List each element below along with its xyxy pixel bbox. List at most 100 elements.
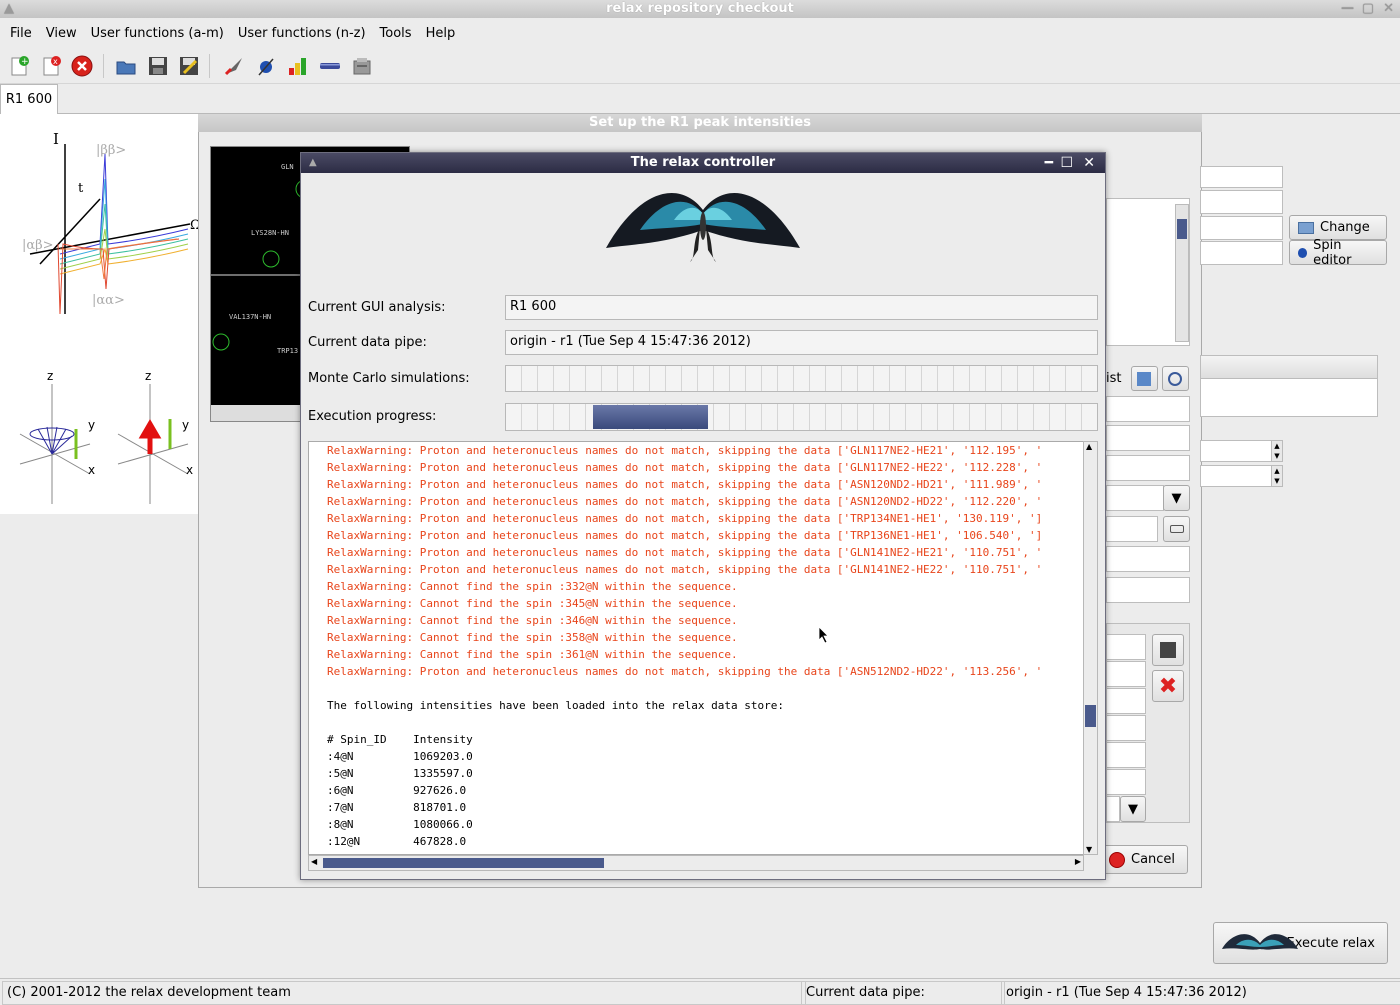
cancel-button[interactable]: Cancel <box>1100 845 1188 874</box>
minimize-icon[interactable]: ━ <box>1045 153 1053 173</box>
controller-icon[interactable] <box>222 54 246 78</box>
log-horizontal-scrollbar[interactable]: ◀ ▶ <box>308 855 1084 871</box>
peak-label-trp: TRP13 <box>277 347 298 355</box>
log-line: RelaxWarning: Cannot find the spin :358@… <box>327 631 738 644</box>
dialog-field-8[interactable] <box>1106 516 1158 542</box>
vector-z-label-1: z <box>47 369 53 383</box>
dialog-field-10[interactable] <box>1106 577 1190 603</box>
scroll-left-icon[interactable]: ◀ <box>311 857 317 866</box>
window-menu-icon[interactable]: ▲ <box>4 0 14 18</box>
close-analysis-icon[interactable]: x <box>40 54 64 78</box>
dialog-field-3[interactable] <box>1200 216 1283 240</box>
menu-user-functions-a-m[interactable]: User functions (a-m) <box>84 18 231 50</box>
relax-controller-titlebar[interactable]: ▲ The relax controller ━ ☐ ✕ <box>301 153 1105 173</box>
alpha-alpha-label: |αα> <box>92 293 125 308</box>
results-viewer-icon[interactable] <box>286 54 310 78</box>
spectrum-list-scrollbar[interactable] <box>1175 204 1189 342</box>
menu-bar: File View User functions (a-m) User functio… <box>0 18 1400 48</box>
dialog-field-1[interactable] <box>1200 166 1283 188</box>
status-bar: (C) 2001-2012 the relax development team… <box>0 978 1400 1005</box>
search-button[interactable] <box>1162 366 1189 391</box>
dialog-field-9[interactable] <box>1106 546 1190 572</box>
time-axis-label: t <box>78 181 84 196</box>
window-menu-icon[interactable]: ▲ <box>309 153 317 173</box>
relax-logo <box>600 180 806 268</box>
list-button-fragment[interactable]: ist <box>1106 368 1126 390</box>
dialog-table-area[interactable] <box>1200 355 1378 417</box>
spin-editor-button[interactable]: Spin editor <box>1289 237 1387 268</box>
scroll-up-icon[interactable]: ▲ <box>1086 442 1092 451</box>
save-list-button[interactable] <box>1152 634 1184 666</box>
vector-x-label-2: x <box>186 463 193 477</box>
dialog-row-6[interactable] <box>1106 769 1146 795</box>
dialog-row-4[interactable] <box>1106 715 1146 741</box>
tab-r1-600[interactable]: R1 600 <box>0 84 58 114</box>
log-hscroll-thumb[interactable] <box>323 858 604 868</box>
spin-control-2-arrows[interactable]: ▲ ▼ <box>1271 465 1283 487</box>
cancel-button-label: Cancel <box>1131 852 1176 867</box>
main-window-titlebar[interactable]: ▲ relax repository checkout — ▢ ✕ <box>0 0 1400 18</box>
change-button[interactable]: Change <box>1289 215 1387 240</box>
scroll-down-icon[interactable]: ▼ <box>1086 845 1092 854</box>
delete-list-button[interactable]: ✖ <box>1152 670 1184 702</box>
spin-icon <box>1298 247 1308 258</box>
edit-button[interactable] <box>1163 516 1190 542</box>
log-line: # Spin_ID Intensity <box>327 733 473 746</box>
close-icon[interactable]: ✕ <box>1383 0 1394 18</box>
dialog-row-3[interactable] <box>1106 688 1146 714</box>
pipe-editor-icon[interactable] <box>318 54 342 78</box>
scrollbar-thumb[interactable] <box>1177 219 1187 239</box>
omega-axis-label: Ω <box>190 218 198 233</box>
add-spectrum-button[interactable] <box>1131 366 1158 391</box>
menu-help[interactable]: Help <box>419 18 463 50</box>
log-line: :5@N 1335597.0 <box>327 767 473 780</box>
menu-user-functions-n-z[interactable]: User functions (n-z) <box>231 18 373 50</box>
close-icon[interactable]: ✕ <box>1083 153 1095 173</box>
chevron-down-icon[interactable]: ▼ <box>1163 485 1190 511</box>
dialog-field-5[interactable] <box>1106 396 1190 422</box>
dialog-field-7[interactable] <box>1106 455 1190 481</box>
spin-control-2[interactable] <box>1200 465 1272 487</box>
chevron-down-icon[interactable]: ▼ <box>1120 796 1146 822</box>
dialog-row-7[interactable] <box>1106 796 1120 822</box>
dialog-combo-1[interactable] <box>1106 485 1164 511</box>
maximize-icon[interactable]: ▢ <box>1362 0 1374 18</box>
peak-label-gln: GLN <box>281 163 294 171</box>
dialog-row-5[interactable] <box>1106 742 1146 768</box>
save-as-icon[interactable] <box>177 54 201 78</box>
menu-file[interactable]: File <box>0 18 39 50</box>
vector-z-label-2: z <box>145 369 151 383</box>
maximize-icon[interactable]: ☐ <box>1060 153 1073 173</box>
dialog-row-2[interactable] <box>1106 661 1146 687</box>
log-vscroll-thumb[interactable] <box>1085 705 1096 727</box>
minimize-icon[interactable]: — <box>1341 0 1354 18</box>
peak-intensity-dialog-titlebar[interactable]: Set up the R1 peak intensities <box>198 114 1202 132</box>
prompt-icon[interactable] <box>350 54 374 78</box>
save-icon[interactable] <box>146 54 170 78</box>
execute-relax-button[interactable]: Execute relax <box>1213 922 1388 964</box>
dialog-field-2[interactable] <box>1200 190 1283 214</box>
log-line: RelaxWarning: Proton and heteronucleus n… <box>327 512 1043 525</box>
close-all-icon[interactable] <box>70 54 94 78</box>
new-analysis-icon[interactable]: + <box>8 54 32 78</box>
dialog-field-6[interactable] <box>1106 425 1190 451</box>
status-pipe-value: origin - r1 (Tue Sep 4 15:47:36 2012) <box>1001 981 1400 1005</box>
peak-intensity-dialog-title: Set up the R1 peak intensities <box>589 115 811 130</box>
dialog-field-4[interactable] <box>1200 241 1283 265</box>
log-vertical-scrollbar[interactable]: ▲ ▼ <box>1083 441 1098 855</box>
spin-control-1[interactable] <box>1200 440 1272 462</box>
peak-label-lys28: LYS28N-HN <box>251 229 289 237</box>
controller-log[interactable]: RelaxWarning: Proton and heteronucleus n… <box>308 441 1084 855</box>
spin-editor-button-label: Spin editor <box>1313 237 1352 268</box>
vector-x-label-1: x <box>88 463 95 477</box>
open-icon[interactable] <box>114 54 138 78</box>
menu-tools[interactable]: Tools <box>373 18 419 50</box>
scroll-right-icon[interactable]: ▶ <box>1075 857 1081 866</box>
dialog-row-1[interactable] <box>1106 634 1146 660</box>
spin-control-1-arrows[interactable]: ▲ ▼ <box>1271 440 1283 462</box>
log-line: RelaxWarning: Proton and heteronucleus n… <box>327 444 1043 457</box>
vector-y-label-1: y <box>88 418 95 432</box>
spin-viewer-icon[interactable] <box>254 54 278 78</box>
menu-view[interactable]: View <box>39 18 84 50</box>
